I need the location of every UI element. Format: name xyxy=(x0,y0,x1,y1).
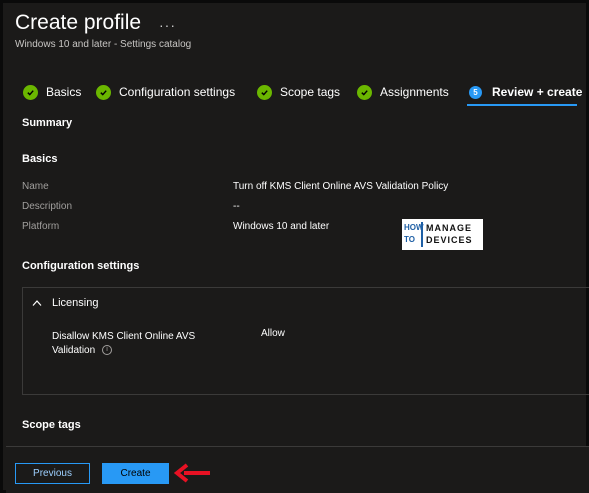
checkmark-icon xyxy=(23,84,38,100)
logo-manage: MANAGE xyxy=(426,223,472,233)
tab-label: Assignments xyxy=(380,85,449,99)
previous-button[interactable]: Previous xyxy=(15,463,90,484)
tab-label: Basics xyxy=(46,85,82,99)
wizard-footer: Previous Create xyxy=(6,446,589,493)
section-divider xyxy=(22,287,589,288)
description-label: Description xyxy=(22,201,73,212)
tab-label: Scope tags xyxy=(280,85,341,99)
chevron-up-icon xyxy=(32,300,42,306)
page-subtitle: Windows 10 and later - Settings catalog xyxy=(15,39,192,50)
annotation-arrow-icon xyxy=(174,463,210,483)
create-button[interactable]: Create xyxy=(102,463,169,484)
review-content: Summary Basics Name Turn off KMS Client … xyxy=(6,111,589,445)
configuration-settings-heading: Configuration settings xyxy=(22,260,140,272)
basics-heading: Basics xyxy=(22,153,58,165)
scope-tags-heading: Scope tags xyxy=(22,419,81,431)
tab-scope-tags[interactable]: Scope tags xyxy=(257,79,340,105)
logo-bar xyxy=(421,222,423,247)
summary-heading: Summary xyxy=(22,117,73,129)
checkmark-icon xyxy=(257,84,272,100)
checkmark-icon xyxy=(357,84,372,100)
name-value: Turn off KMS Client Online AVS Validatio… xyxy=(233,181,449,192)
name-label: Name xyxy=(22,181,49,192)
page-title: Create profile xyxy=(15,11,142,34)
window-frame: Create profile ··· Windows 10 and later … xyxy=(0,0,589,493)
tab-label: Configuration settings xyxy=(119,85,236,99)
checkmark-icon xyxy=(96,84,111,100)
section-divider xyxy=(22,394,589,395)
section-border xyxy=(22,287,23,394)
tab-configuration-settings[interactable]: Configuration settings xyxy=(96,79,235,105)
setting-value: Allow xyxy=(261,328,285,339)
logo-devices: DEVICES xyxy=(426,235,473,245)
setting-label-line2: Validation xyxy=(52,345,96,356)
more-options-icon[interactable]: ··· xyxy=(159,17,176,33)
info-icon[interactable]: i xyxy=(101,345,112,356)
setting-label: Disallow KMS Client Online AVS Validatio… xyxy=(52,330,195,358)
step-number-icon: 5 xyxy=(469,85,482,99)
tab-review-create[interactable]: 5 Review + create xyxy=(469,79,582,105)
howtomanagedevices-logo: HOW TO MANAGE DEVICES xyxy=(402,219,483,250)
page-header: Create profile ··· Windows 10 and later … xyxy=(15,11,191,50)
description-value: -- xyxy=(233,201,240,212)
licensing-group-toggle[interactable]: Licensing xyxy=(32,297,98,309)
tab-assignments[interactable]: Assignments xyxy=(357,79,449,105)
licensing-group-label: Licensing xyxy=(52,297,99,309)
platform-label: Platform xyxy=(22,221,60,232)
tab-label: Review + create xyxy=(492,85,583,99)
active-tab-indicator xyxy=(467,104,577,106)
tab-basics[interactable]: Basics xyxy=(23,79,81,105)
setting-label-line1: Disallow KMS Client Online AVS xyxy=(52,331,196,342)
platform-value: Windows 10 and later xyxy=(233,221,330,232)
